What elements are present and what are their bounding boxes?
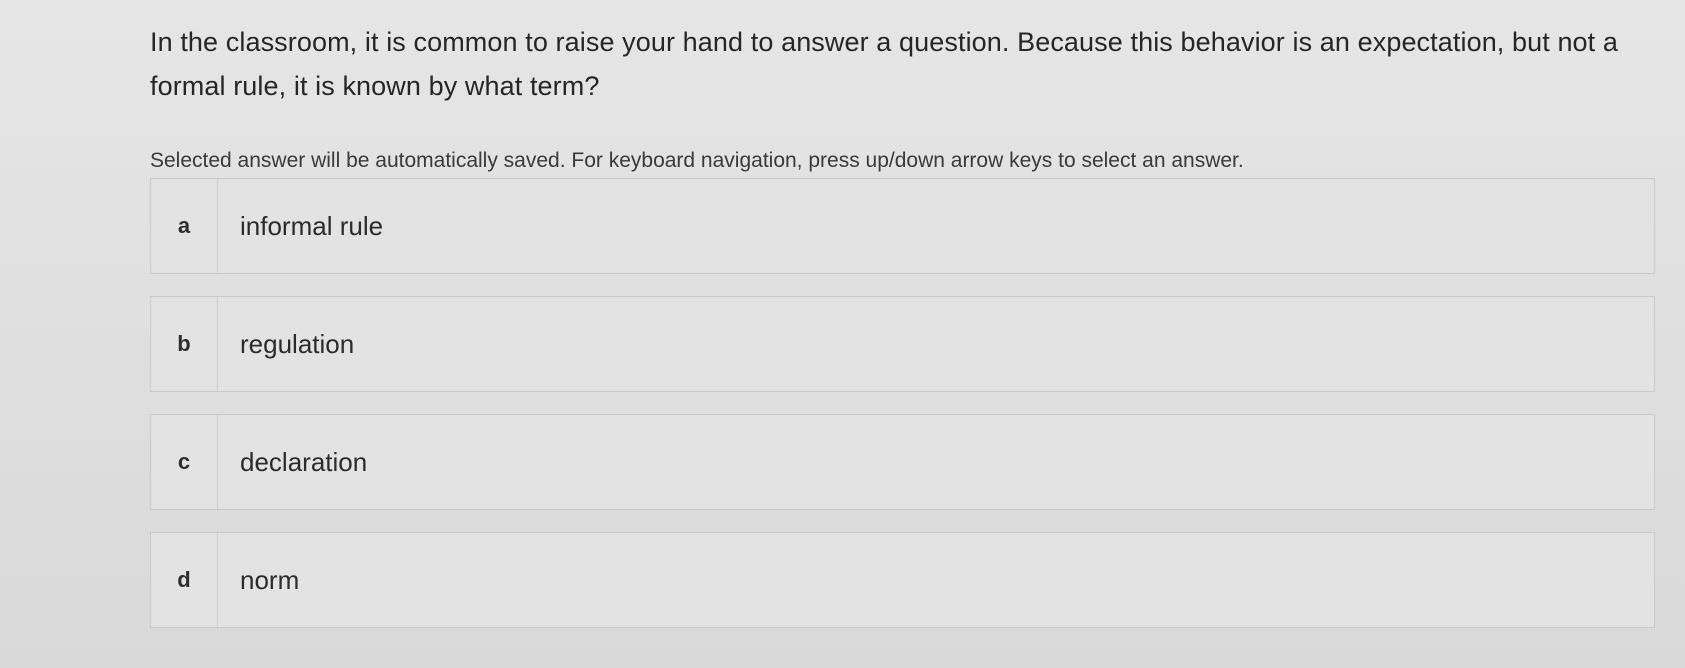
answer-option-b[interactable]: b regulation: [150, 296, 1655, 392]
option-text: declaration: [240, 446, 368, 477]
option-text: informal rule: [240, 210, 384, 241]
option-text: norm: [240, 564, 300, 595]
answer-option-a[interactable]: a informal rule: [150, 178, 1655, 274]
option-letter: d: [151, 533, 218, 627]
quiz-page: In the classroom, it is common to raise …: [0, 0, 1685, 668]
answer-option-d[interactable]: d norm: [150, 532, 1655, 628]
option-letter: c: [151, 415, 218, 509]
option-letter: a: [151, 179, 218, 273]
option-letter: b: [151, 297, 218, 391]
answer-option-c[interactable]: c declaration: [150, 414, 1655, 510]
answer-choices: a informal rule b regulation c declarati…: [150, 178, 1655, 650]
question-text: In the classroom, it is common to raise …: [150, 27, 1618, 101]
option-text: regulation: [240, 328, 355, 359]
instructions-text: Selected answer will be automatically sa…: [150, 149, 1244, 172]
